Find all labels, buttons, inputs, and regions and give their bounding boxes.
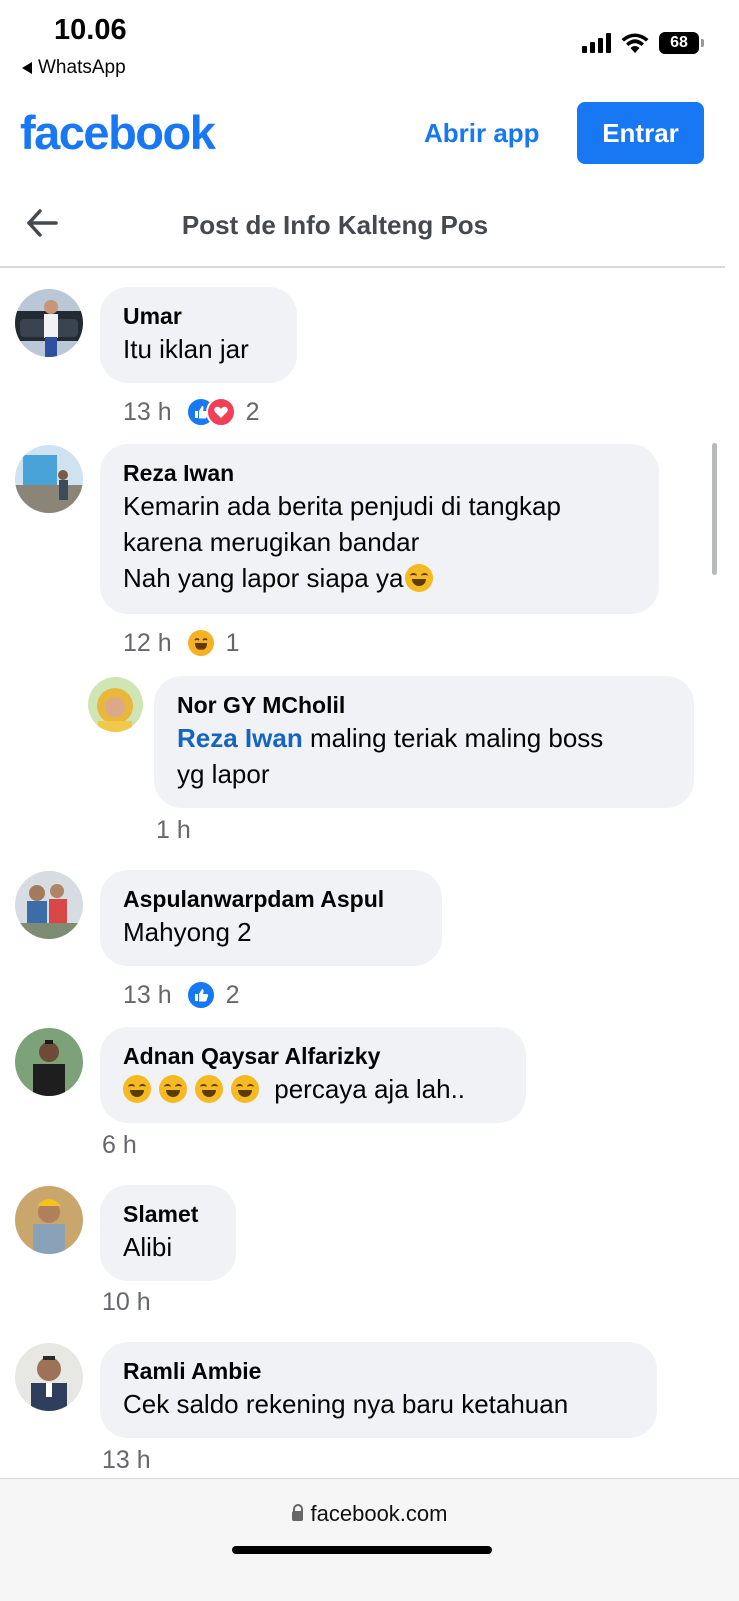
cellular-signal-icon xyxy=(582,33,611,53)
laughing-tears-emoji-icon xyxy=(405,564,434,592)
avatar[interactable] xyxy=(15,1343,83,1411)
url-display[interactable]: facebook.com xyxy=(0,1501,739,1527)
comment-text: Cek saldo rekening nya baru ketahuan xyxy=(123,1389,569,1419)
scrollbar[interactable] xyxy=(712,443,717,575)
comment-bubble[interactable]: Aspulanwarpdam Aspul Mahyong 2 xyxy=(100,870,442,966)
comment-text-line: Nah yang lapor siapa ya xyxy=(123,563,404,593)
comment-text-line: maling teriak maling boss xyxy=(302,723,604,753)
comment-author[interactable]: Slamet xyxy=(123,1199,214,1229)
reaction-count: 1 xyxy=(225,628,240,657)
wifi-icon xyxy=(621,33,649,53)
comment-text-line: Kemarin ada berita penjudi di tangkap xyxy=(123,491,561,521)
login-button[interactable]: Entrar xyxy=(577,102,704,164)
haha-reaction-icon[interactable] xyxy=(185,628,216,658)
like-reaction-icon[interactable] xyxy=(185,980,216,1010)
rofl-emoji-icon xyxy=(231,1075,259,1103)
comment-author[interactable]: Adnan Qaysar Alfarizky xyxy=(123,1041,504,1071)
browser-address-bar[interactable]: facebook.com xyxy=(0,1478,739,1601)
comment-time[interactable]: 6 h xyxy=(102,1131,137,1160)
url-text: facebook.com xyxy=(310,1501,448,1526)
comment-author[interactable]: Umar xyxy=(123,301,275,331)
comment-time[interactable]: 13 h xyxy=(102,1446,151,1475)
header-divider xyxy=(0,266,725,268)
comment-time[interactable]: 13 h xyxy=(123,398,172,427)
comment-text-line: yg lapor xyxy=(177,759,270,789)
reactions[interactable] xyxy=(185,397,236,427)
status-time: 10.06 xyxy=(54,14,127,46)
comment-author[interactable]: Ramli Ambie xyxy=(123,1356,635,1386)
avatar[interactable] xyxy=(15,289,83,357)
system-icons: 68 xyxy=(582,32,704,54)
comment-time[interactable]: 10 h xyxy=(102,1288,151,1317)
reaction-count: 2 xyxy=(225,980,240,1009)
mention-link[interactable]: Reza Iwan xyxy=(177,723,303,753)
status-bar: 10.06 WhatsApp 68 xyxy=(0,0,739,92)
comment-time[interactable]: 1 h xyxy=(156,816,191,845)
comment-text: percaya aja lah.. xyxy=(274,1074,466,1104)
lock-icon xyxy=(291,1504,304,1521)
comment-text: Alibi xyxy=(123,1232,173,1262)
comment-bubble[interactable]: Slamet Alibi xyxy=(100,1185,236,1281)
comment-meta: 6 h xyxy=(102,1131,137,1160)
comment-meta: 13 h 2 xyxy=(123,397,260,427)
comment-meta: 12 h 1 xyxy=(123,628,240,658)
comment-text-line: karena merugikan bandar xyxy=(123,527,420,557)
comment-time[interactable]: 12 h xyxy=(123,629,172,658)
comment-text: Mahyong 2 xyxy=(123,917,252,947)
comment-bubble[interactable]: Ramli Ambie Cek saldo rekening nya baru … xyxy=(100,1342,657,1438)
rofl-emoji-icon xyxy=(195,1075,223,1103)
avatar[interactable] xyxy=(15,871,83,939)
avatar[interactable] xyxy=(15,1028,83,1096)
back-app-label: WhatsApp xyxy=(38,57,126,78)
avatar[interactable] xyxy=(15,1186,83,1254)
comment-meta: 10 h xyxy=(102,1288,151,1317)
love-reaction-icon xyxy=(205,397,236,427)
comment-author[interactable]: Nor GY MCholil xyxy=(177,690,672,720)
comment-meta: 13 h 2 xyxy=(123,980,240,1010)
reaction-count: 2 xyxy=(245,397,260,426)
comment-bubble[interactable]: Reza Iwan Kemarin ada berita penjudi di … xyxy=(100,444,659,614)
avatar[interactable] xyxy=(15,445,83,513)
comment-text: Itu iklan jar xyxy=(123,334,249,364)
comment-meta: 13 h xyxy=(102,1446,151,1475)
reply-bubble[interactable]: Nor GY MCholil Reza Iwan maling teriak m… xyxy=(154,676,694,808)
post-title: Post de Info Kalteng Pos xyxy=(181,210,489,240)
open-app-link[interactable]: Abrir app xyxy=(424,118,540,149)
avatar[interactable] xyxy=(88,677,143,732)
comment-meta: 1 h xyxy=(156,816,191,845)
battery-icon: 68 xyxy=(659,32,704,54)
back-to-app-button[interactable]: WhatsApp xyxy=(22,57,126,79)
comment-bubble[interactable]: Adnan Qaysar Alfarizky percaya aja lah.. xyxy=(100,1027,526,1123)
comment-time[interactable]: 13 h xyxy=(123,981,172,1010)
comment-author[interactable]: Reza Iwan xyxy=(123,458,637,488)
back-triangle-icon xyxy=(22,62,32,74)
rofl-emoji-icon xyxy=(123,1075,151,1103)
rofl-emoji-icon xyxy=(159,1075,187,1103)
comment-bubble[interactable]: Umar Itu iklan jar xyxy=(100,287,297,383)
home-indicator[interactable] xyxy=(232,1546,492,1554)
comment-author[interactable]: Aspulanwarpdam Aspul xyxy=(123,884,420,914)
facebook-logo[interactable]: facebook xyxy=(20,105,216,160)
